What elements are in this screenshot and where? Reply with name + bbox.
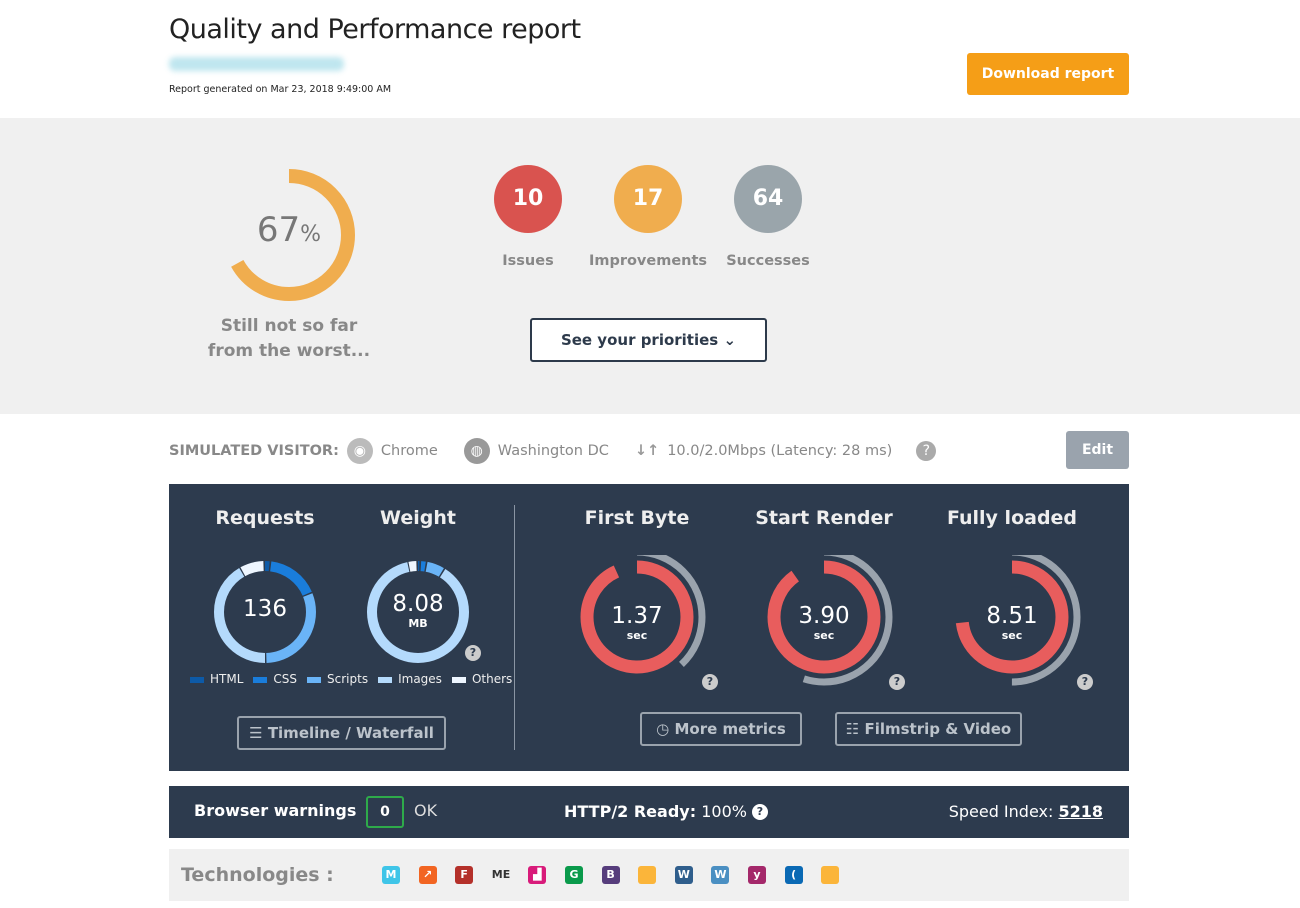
legend-scripts: Scripts <box>307 672 368 686</box>
improvements-stat[interactable]: 17 Improvements <box>588 165 708 269</box>
legend: HTML CSS Scripts Images Others <box>190 672 512 686</box>
transfer-arrows-icon: ↓↑ <box>634 443 660 459</box>
simulated-visitor: SIMULATED VISITOR: ◉ Chrome ◍ Washington D… <box>169 438 937 464</box>
more-metrics-button[interactable]: ◷ More metrics <box>640 712 802 746</box>
successes-stat[interactable]: 64 Successes <box>708 165 828 269</box>
download-report-button[interactable]: Download report <box>967 53 1129 95</box>
technologies-bar: Technologies : M ↗ F ME ▟ G B W Wy ( <box>169 849 1129 901</box>
weight-help-icon[interactable]: ? <box>465 645 481 661</box>
issues-label: Issues <box>502 253 554 269</box>
location: Washington DC <box>497 443 609 459</box>
warnings-count[interactable]: 0 <box>366 796 404 828</box>
help-icon[interactable]: ? <box>916 441 937 461</box>
legend-css: CSS <box>253 672 297 686</box>
box-icon-2[interactable] <box>821 866 840 884</box>
report-date: Report generated on Mar 23, 2018 9:49:00… <box>169 84 392 95</box>
waterfall-icon: ☰ <box>249 724 263 742</box>
timing-help-icon[interactable]: ? <box>889 674 905 690</box>
divider <box>514 505 515 750</box>
timing-help-icon[interactable]: ? <box>1077 674 1093 690</box>
technologies-label: Technologies : <box>181 864 334 886</box>
successes-count: 64 <box>734 165 802 233</box>
font-icon[interactable]: F <box>455 866 474 884</box>
timing-title: Fully loaded <box>946 507 1078 529</box>
legend-images: Images <box>378 672 442 686</box>
legend-html: HTML <box>190 672 243 686</box>
mediaelement-icon[interactable]: ME <box>491 866 510 884</box>
filmstrip-video-button[interactable]: ☷ Filmstrip & Video <box>835 712 1022 746</box>
score-message: Still not so far from the worst... <box>207 316 371 361</box>
issues-stat[interactable]: 10 Issues <box>468 165 588 269</box>
timing-value: 3.90 sec <box>798 603 850 642</box>
modernizr-icon[interactable]: M <box>382 866 400 884</box>
filmstrip-icon: ☷ <box>845 720 860 738</box>
successes-label: Successes <box>726 253 810 269</box>
page-title: Quality and Performance report <box>169 14 581 45</box>
connection: 10.0/2.0Mbps (Latency: 28 ms) <box>667 443 893 459</box>
help-icon[interactable]: ? <box>752 804 768 820</box>
warnings-status: OK <box>414 801 438 820</box>
timing-title: Start Render <box>755 507 893 529</box>
chrome-icon: ◉ <box>346 438 373 464</box>
improvements-label: Improvements <box>588 253 708 269</box>
w-icon[interactable]: W <box>674 866 693 884</box>
speed-index: Speed Index: 5218 <box>948 802 1103 821</box>
google-analytics-icon[interactable]: ↗ <box>418 866 437 884</box>
timeline-waterfall-button[interactable]: ☰ Timeline / Waterfall <box>237 716 446 750</box>
timing-title: First Byte <box>584 507 690 529</box>
warnings-bar: Browser warnings 0 OK HTTP/2 Ready: 100%… <box>169 786 1129 838</box>
edit-visitor-button[interactable]: Edit <box>1066 431 1129 469</box>
score-value: 67% <box>256 210 322 250</box>
bootstrap-icon[interactable]: B <box>601 866 620 884</box>
browser-warnings-label: Browser warnings <box>194 801 357 820</box>
timing-value: 1.37 sec <box>611 603 663 642</box>
weight-value: 8.08 MB <box>392 591 444 630</box>
clock-icon: ◷ <box>656 720 670 738</box>
browser: Chrome <box>380 443 438 459</box>
legend-others: Others <box>451 672 512 686</box>
site-url[interactable] <box>169 57 344 71</box>
yoast-icon[interactable]: y <box>748 866 766 884</box>
weight-title: Weight <box>380 507 456 529</box>
visitor-label: SIMULATED VISITOR: <box>169 443 339 459</box>
speed-index-link[interactable]: 5218 <box>1058 802 1103 821</box>
chevron-down-icon: ⌄ <box>723 331 737 349</box>
stair-icon[interactable]: ▟ <box>528 866 547 884</box>
issues-count: 10 <box>494 165 562 233</box>
jquery-icon[interactable]: ( <box>784 866 803 884</box>
http2-status: HTTP/2 Ready: 100% <box>564 802 747 821</box>
wordpress-icon[interactable]: W <box>711 866 730 884</box>
timing-help-icon[interactable]: ? <box>702 674 718 690</box>
gravity-forms-icon[interactable]: G <box>565 866 583 884</box>
box-icon[interactable] <box>638 866 657 884</box>
requests-title: Requests <box>215 507 315 529</box>
requests-value: 136 <box>243 596 287 622</box>
globe-icon: ◍ <box>463 438 490 464</box>
improvements-count: 17 <box>614 165 682 233</box>
see-priorities-button[interactable]: See your priorities ⌄ <box>530 318 767 362</box>
timing-value: 8.51 sec <box>986 603 1038 642</box>
